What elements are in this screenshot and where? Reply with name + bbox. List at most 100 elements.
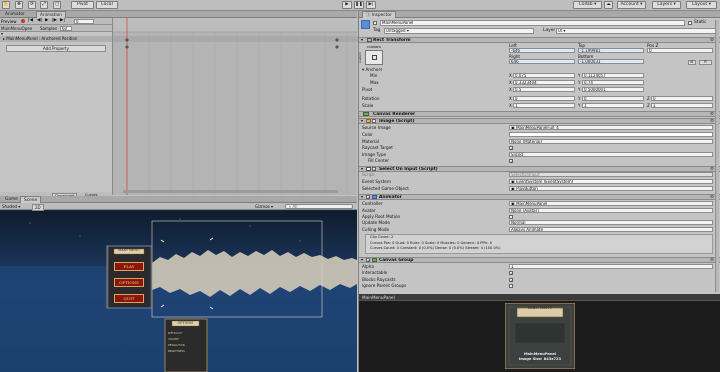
record-icon[interactable] — [21, 19, 25, 23]
canvas-group-fold-icon[interactable]: ▾ — [361, 258, 363, 262]
alpha-field[interactable]: 1 — [509, 264, 713, 269]
rot-x-field[interactable]: 0 — [513, 96, 575, 101]
selected-object-field[interactable]: ▣ PlayButton — [509, 186, 713, 191]
select-enabled-checkbox[interactable]: ✓ — [372, 167, 376, 172]
interactable-checkbox[interactable]: ✓ — [509, 271, 513, 276]
posz-field[interactable]: 0 — [647, 48, 713, 53]
material-field[interactable]: None (Material) — [509, 139, 713, 144]
add-property-button[interactable]: Add Property — [6, 45, 106, 52]
select-fold-icon[interactable]: ▾ — [361, 167, 363, 171]
local-toggle[interactable]: Local — [96, 1, 118, 9]
prev-key-icon[interactable]: ◀| — [37, 18, 42, 24]
rect-transform-header[interactable]: Rect Transform — [359, 37, 720, 43]
layer-dropdown[interactable]: UI ▾ — [556, 28, 716, 34]
right-field[interactable]: 646 — [509, 59, 575, 64]
source-image-field[interactable]: ▣ MainMenuPanelFull_4 — [509, 125, 713, 130]
frame-field[interactable]: 0 — [74, 19, 94, 24]
options-menu-button[interactable]: OPTIONS — [114, 278, 144, 287]
canvas-group-header[interactable]: Canvas Group — [359, 257, 720, 263]
collab-dropdown[interactable]: Collab ▾ — [573, 1, 602, 9]
min-x-field[interactable]: 0.075 — [513, 73, 575, 78]
tab-inspector[interactable]: ⓘ Inspector — [362, 11, 396, 18]
timeline-area[interactable] — [112, 18, 358, 195]
canvas-group-enabled-checkbox[interactable]: ✓ — [366, 258, 370, 263]
shaded-dropdown[interactable]: Shaded ▾ — [2, 204, 20, 209]
next-key-icon[interactable]: |▶ — [52, 18, 57, 24]
scale-z-field[interactable]: 1 — [651, 103, 713, 108]
left-field[interactable]: -646 — [509, 48, 575, 53]
active-checkbox[interactable] — [373, 21, 377, 25]
last-key-icon[interactable]: ▶| — [60, 18, 65, 24]
account-dropdown[interactable]: Account ▾ — [617, 1, 646, 9]
layout-dropdown[interactable]: Layout ▾ — [686, 1, 717, 9]
culling-mode-dropdown[interactable]: Always Animate — [509, 227, 713, 232]
play-button[interactable]: ▶ — [342, 1, 352, 9]
object-name-field[interactable]: MainMenuPanel — [380, 20, 685, 26]
fill-center-checkbox[interactable]: ✓ — [509, 159, 513, 164]
controller-field[interactable]: ▣ MainMenuPanel — [509, 201, 713, 206]
tab-game[interactable]: Game — [2, 196, 21, 203]
move-tool-icon[interactable]: ✥ — [15, 1, 23, 9]
rect-tool-icon[interactable]: ▢ — [53, 1, 61, 9]
canvas-group-gear-icon[interactable]: ⚙ — [710, 258, 714, 263]
max-x-field[interactable]: 0.3323404 — [513, 80, 575, 85]
rect-gear-icon[interactable]: ⚙ — [710, 38, 714, 43]
hand-tool-icon[interactable]: ✋ — [2, 1, 10, 9]
animator-gear-icon[interactable]: ⚙ — [710, 195, 714, 200]
pause-button[interactable]: ❚❚ — [354, 1, 364, 9]
tab-animator[interactable]: Animator — [2, 11, 28, 18]
anchor-presets-button[interactable] — [365, 50, 383, 65]
pivot-x-field[interactable]: 0.5 — [513, 87, 575, 92]
pivot-toggle[interactable]: Pivot — [71, 1, 94, 9]
fold-arrow-icon[interactable]: ▾ — [361, 38, 366, 42]
canvas-renderer-gear-icon[interactable]: ⚙ — [710, 112, 714, 117]
rot-z-field[interactable]: 0 — [651, 96, 713, 101]
raw-edit-button[interactable]: R — [699, 60, 712, 65]
rot-y-field[interactable]: 0 — [582, 96, 644, 101]
update-mode-dropdown[interactable]: Normal — [509, 220, 713, 225]
bottom-field[interactable]: -1.000031 — [578, 59, 644, 64]
min-y-field[interactable]: 0.1124057 — [582, 73, 644, 78]
raycast-checkbox[interactable]: ✓ — [509, 146, 513, 151]
image-gear-icon[interactable]: ⚙ — [710, 119, 714, 124]
root-motion-checkbox[interactable] — [509, 215, 513, 219]
canvas-renderer-header[interactable]: Canvas Renderer — [359, 111, 720, 117]
scale-x-field[interactable]: 1 — [513, 103, 575, 108]
rotate-tool-icon[interactable]: ⟳ — [28, 1, 36, 9]
image-fold-icon[interactable]: ▾ — [361, 119, 363, 123]
animator-fold-icon[interactable]: ▾ — [361, 195, 363, 199]
animator-enabled-checkbox[interactable]: ✓ — [366, 195, 370, 200]
play-anim-icon[interactable]: ▶ — [45, 18, 48, 24]
cloud-icon[interactable]: ☁ — [604, 1, 613, 9]
image-enabled-checkbox[interactable] — [372, 119, 376, 123]
scale-tool-icon[interactable]: ⤢ — [40, 1, 48, 9]
tab-animation[interactable]: Animation — [36, 11, 66, 18]
image-header[interactable]: Image (Script) — [359, 118, 720, 124]
top-field[interactable]: -1.199981 — [578, 48, 644, 53]
preview-tab[interactable]: MainMenuPanel — [359, 294, 720, 301]
scale-y-field[interactable]: 1 — [582, 103, 644, 108]
gizmos-dropdown[interactable]: Gizmos ▾ — [255, 204, 273, 209]
first-key-icon[interactable]: |◀ — [28, 18, 33, 24]
play-menu-button[interactable]: PLAY — [114, 262, 144, 271]
static-checkbox[interactable] — [688, 21, 692, 25]
samples-field[interactable]: 60 — [60, 26, 72, 31]
preview-toggle[interactable]: Preview — [1, 19, 17, 24]
avatar-field[interactable]: None (Avatar) — [509, 208, 713, 213]
max-y-field[interactable]: 0.74 — [582, 80, 644, 85]
blocks-raycasts-checkbox[interactable]: ✓ — [509, 278, 513, 283]
scene-search-input[interactable]: ⌕ All — [285, 204, 353, 209]
tag-dropdown[interactable]: Untagged ▾ — [384, 28, 534, 34]
ignore-parent-checkbox[interactable] — [509, 284, 513, 288]
step-button[interactable]: ▶| — [366, 1, 376, 9]
mode-2d-toggle[interactable]: 2D — [32, 204, 44, 211]
animator-header[interactable]: Animator — [359, 194, 720, 200]
image-type-dropdown[interactable]: Sliced — [509, 152, 713, 157]
color-swatch[interactable] — [509, 132, 713, 137]
event-system-field[interactable]: ▣ EventSystem (EventSystem) — [509, 179, 713, 184]
quit-menu-button[interactable]: QUIT — [114, 294, 144, 303]
blueprint-button[interactable]: ⊞ — [688, 60, 696, 65]
clip-dropdown[interactable]: MainMenuOpen ▾ — [1, 26, 35, 36]
layers-dropdown[interactable]: Layers ▾ — [652, 1, 681, 9]
property-row[interactable]: ▸ MainMenuPanel : Anchored Position — [0, 36, 112, 42]
